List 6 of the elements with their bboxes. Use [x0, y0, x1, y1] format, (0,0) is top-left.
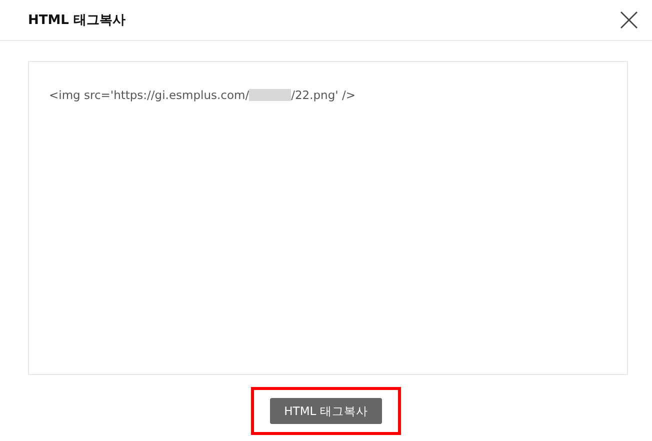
code-text: /22.png' /> — [291, 88, 356, 102]
code-text: <img src='https://gi.esmplus.com/ — [49, 88, 250, 102]
close-icon[interactable] — [618, 9, 640, 31]
dialog-title: HTML 태그복사 — [28, 12, 126, 29]
copy-button[interactable]: HTML 태그복사 — [270, 398, 382, 424]
blurred-block — [249, 89, 292, 101]
